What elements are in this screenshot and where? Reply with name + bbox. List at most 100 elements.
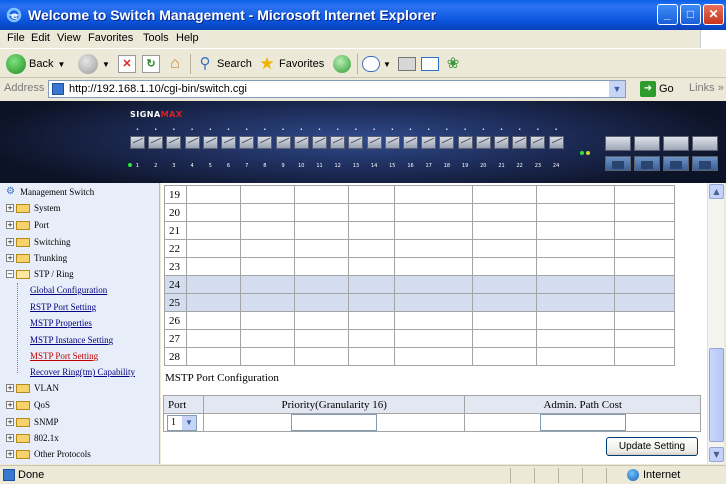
rj45-port-icon[interactable] — [605, 156, 631, 171]
close-button[interactable]: ✕ — [703, 4, 724, 25]
print-button[interactable] — [398, 53, 416, 75]
switch-port-icon[interactable] — [512, 136, 528, 149]
sidebar-item-port[interactable]: + Port — [6, 220, 49, 230]
sidebar-link-mstp-properties[interactable]: MSTP Properties — [30, 318, 92, 328]
switch-port-icon[interactable] — [403, 136, 418, 149]
sidebar-link-global-configuration[interactable]: Global Configuration — [30, 285, 107, 295]
table-cell — [394, 185, 473, 204]
switch-port-icon[interactable] — [221, 136, 236, 149]
sidebar-item-snmp[interactable]: + SNMP — [6, 417, 59, 427]
sidebar-link-mstp-instance-setting[interactable]: MSTP Instance Setting — [30, 335, 113, 345]
sidebar-item-other-protocols[interactable]: + Other Protocols — [6, 449, 91, 459]
switch-port-icon[interactable] — [530, 136, 546, 149]
switch-port-icon[interactable] — [166, 136, 182, 149]
forward-button[interactable]: ▼ — [78, 53, 110, 75]
scroll-thumb[interactable] — [709, 348, 724, 442]
switch-port-icon[interactable] — [293, 136, 309, 149]
menu-tools[interactable]: Tools — [143, 32, 169, 44]
address-url[interactable]: http://192.168.1.10/cgi-bin/switch.cgi — [69, 83, 247, 95]
sidebar-item-802-1x[interactable]: +802.1x — [6, 433, 59, 443]
switch-port-icon[interactable] — [184, 136, 200, 149]
port-number-label: 5 — [208, 163, 212, 169]
table-cell — [240, 293, 295, 312]
go-button[interactable]: ➜ Go — [640, 81, 674, 97]
messenger-button[interactable]: ❀ — [444, 53, 462, 75]
switch-port-icon[interactable] — [130, 136, 145, 149]
sidebar-item-trunking[interactable]: + Trunking — [6, 253, 67, 263]
switch-port-icon[interactable] — [148, 136, 164, 149]
switch-port-icon[interactable] — [239, 136, 255, 149]
links-button[interactable]: Links » — [689, 82, 724, 94]
switch-port-icon[interactable] — [421, 136, 437, 149]
collapse-icon[interactable]: − — [6, 270, 14, 278]
mail-dropdown-icon[interactable]: ▼ — [383, 60, 391, 69]
expand-icon[interactable]: + — [6, 254, 14, 262]
port-select[interactable]: 1 ▼ — [167, 414, 197, 431]
minimize-button[interactable]: _ — [657, 4, 678, 25]
maximize-button[interactable]: □ — [680, 4, 701, 25]
menu-help[interactable]: Help — [176, 32, 199, 44]
expand-icon[interactable]: + — [6, 221, 14, 229]
switch-port-icon[interactable] — [457, 136, 473, 149]
expand-icon[interactable]: + — [6, 204, 14, 212]
sidebar-item-stp-ring[interactable]: − STP / Ring — [6, 269, 74, 279]
scroll-up-icon[interactable]: ▲ — [709, 184, 724, 199]
switch-port-icon[interactable] — [366, 136, 382, 149]
stop-button[interactable]: ✕ — [118, 53, 136, 75]
menu-favorites[interactable]: Favorites — [88, 32, 133, 44]
expand-icon[interactable]: + — [6, 384, 14, 392]
sidebar-link-mstp-port-setting[interactable]: MSTP Port Setting — [30, 351, 98, 361]
rj45-port-icon[interactable] — [692, 156, 718, 171]
switch-port-icon[interactable] — [548, 136, 564, 149]
address-input[interactable]: http://192.168.1.10/cgi-bin/switch.cgi ▼ — [48, 80, 626, 98]
menu-view[interactable]: View — [57, 32, 81, 44]
expand-icon[interactable]: + — [6, 401, 14, 409]
menu-file[interactable]: File — [7, 32, 25, 44]
sidebar-item-qos[interactable]: + QoS — [6, 400, 50, 410]
switch-port-icon[interactable] — [494, 136, 509, 149]
edit-button[interactable] — [421, 53, 439, 75]
sidebar-link-rstp-port-setting[interactable]: RSTP Port Setting — [30, 302, 96, 312]
sidebar-link-recover-ring[interactable]: Recover Ring(tm) Capability — [30, 367, 135, 377]
menu-edit[interactable]: Edit — [31, 32, 50, 44]
switch-port-icon[interactable] — [475, 136, 491, 149]
expand-icon[interactable]: + — [6, 434, 14, 442]
expand-icon[interactable]: + — [6, 238, 14, 246]
sidebar-item-system[interactable]: + System — [6, 203, 61, 213]
switch-port-icon[interactable] — [384, 136, 400, 149]
switch-port-icon[interactable] — [439, 136, 455, 149]
path-cost-input[interactable] — [539, 414, 626, 431]
sidebar-item-switching[interactable]: + Switching — [6, 237, 71, 247]
favorites-button[interactable]: ★ Favorites — [258, 53, 324, 75]
sidebar-item-vlan[interactable]: + VLAN — [6, 383, 59, 393]
switch-port-icon[interactable] — [275, 136, 291, 149]
uplink-port-icon[interactable] — [663, 136, 689, 151]
switch-port-icon[interactable] — [330, 136, 346, 149]
address-dropdown-icon[interactable]: ▼ — [609, 81, 625, 97]
switch-port-icon[interactable] — [202, 136, 218, 149]
vertical-scrollbar[interactable]: ▲ ▼ — [707, 183, 724, 464]
expand-icon[interactable]: + — [6, 450, 14, 458]
rj45-port-icon[interactable] — [663, 156, 689, 171]
nav-root[interactable]: ⚙ Management Switch — [6, 187, 94, 198]
home-button[interactable]: ⌂ — [166, 53, 184, 75]
back-dropdown-icon[interactable]: ▼ — [57, 60, 65, 69]
switch-port-icon[interactable] — [257, 136, 273, 149]
search-button[interactable]: ⚲ Search — [196, 53, 252, 75]
switch-port-icon[interactable] — [312, 136, 327, 149]
forward-dropdown-icon[interactable]: ▼ — [102, 60, 110, 69]
history-button[interactable] — [333, 53, 351, 75]
uplink-port-icon[interactable] — [605, 136, 631, 151]
update-setting-button[interactable]: Update Setting — [606, 437, 698, 456]
scroll-down-icon[interactable]: ▼ — [709, 447, 724, 462]
mail-button[interactable]: ▼ — [362, 53, 391, 75]
expand-icon[interactable]: + — [6, 418, 14, 426]
uplink-port-icon[interactable] — [692, 136, 718, 151]
uplink-port-icon[interactable] — [634, 136, 660, 151]
back-button[interactable]: Back ▼ — [6, 53, 65, 75]
rj45-port-icon[interactable] — [634, 156, 660, 171]
refresh-button[interactable]: ↻ — [142, 53, 160, 75]
priority-input[interactable] — [291, 414, 378, 431]
port-led-icon: • — [136, 127, 139, 133]
switch-port-icon[interactable] — [348, 136, 364, 149]
